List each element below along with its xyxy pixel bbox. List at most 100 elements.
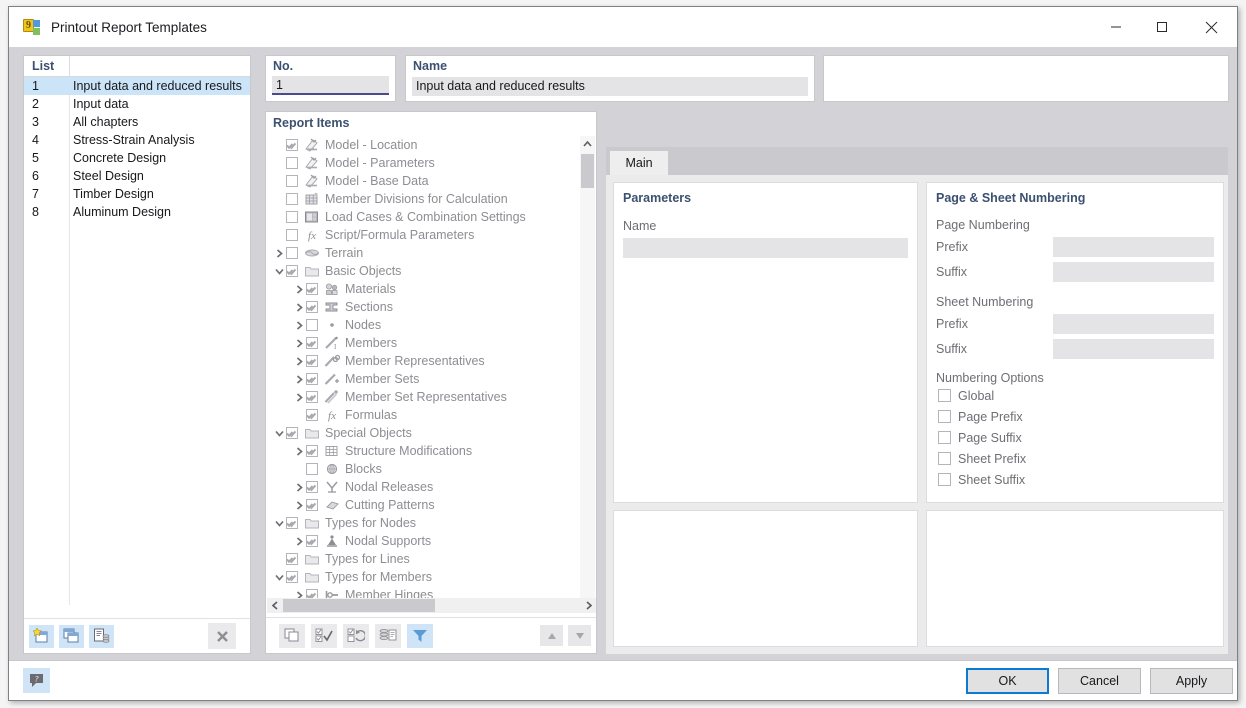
tree-item-checkbox[interactable] bbox=[286, 571, 298, 583]
invert-check-icon[interactable] bbox=[343, 624, 369, 648]
tree-item-checkbox[interactable] bbox=[306, 463, 318, 475]
tree-item[interactable]: Cutting Patterns bbox=[267, 496, 581, 514]
numbering-option-checkbox[interactable] bbox=[938, 452, 951, 465]
tree-item-checkbox[interactable] bbox=[286, 517, 298, 529]
tree-item[interactable]: Materials bbox=[267, 280, 581, 298]
tree-item[interactable]: Sections bbox=[267, 298, 581, 316]
parameters-name-input[interactable] bbox=[623, 238, 908, 258]
tree-item-checkbox[interactable] bbox=[306, 499, 318, 511]
tree-item-checkbox[interactable] bbox=[306, 373, 318, 385]
cancel-button[interactable]: Cancel bbox=[1058, 668, 1141, 694]
export-template-icon[interactable] bbox=[89, 625, 114, 648]
tree-item[interactable]: Structure Modifications bbox=[267, 442, 581, 460]
tree-item[interactable]: Types for Lines bbox=[267, 550, 581, 568]
tree-item-checkbox[interactable] bbox=[286, 175, 298, 187]
help-icon[interactable]: ? bbox=[23, 668, 50, 693]
tree-item[interactable]: Types for Nodes bbox=[267, 514, 581, 532]
tree-item[interactable]: Member Set Representatives bbox=[267, 388, 581, 406]
tree-item-checkbox[interactable] bbox=[286, 193, 298, 205]
tree-item[interactable]: Member Divisions for Calculation bbox=[267, 190, 581, 208]
tree-item-checkbox[interactable] bbox=[306, 283, 318, 295]
scroll-left-icon[interactable] bbox=[267, 598, 282, 613]
numbering-option-checkbox[interactable] bbox=[938, 473, 951, 486]
report-items-tree[interactable]: Model - LocationModel - ParametersModel … bbox=[267, 136, 581, 613]
close-icon[interactable] bbox=[1185, 7, 1237, 47]
list-item[interactable]: 7Timber Design bbox=[24, 185, 250, 203]
scrollbar-thumb[interactable] bbox=[581, 154, 594, 188]
page-prefix-input[interactable] bbox=[1053, 237, 1214, 257]
tree-item[interactable]: Types for Members bbox=[267, 568, 581, 586]
chevron-right-icon[interactable] bbox=[293, 442, 306, 460]
hscrollbar-thumb[interactable] bbox=[283, 599, 435, 612]
minimize-icon[interactable] bbox=[1093, 7, 1139, 47]
chevron-right-icon[interactable] bbox=[293, 316, 306, 334]
tree-item-checkbox[interactable] bbox=[306, 409, 318, 421]
numbering-option-checkbox[interactable] bbox=[938, 431, 951, 444]
numbering-option-row[interactable]: Page Prefix bbox=[927, 406, 1223, 427]
tree-item[interactable]: fxFormulas bbox=[267, 406, 581, 424]
sheet-prefix-input[interactable] bbox=[1053, 314, 1214, 334]
tree-item[interactable]: Member Representatives bbox=[267, 352, 581, 370]
tree-item[interactable]: Nodes bbox=[267, 316, 581, 334]
tab-main[interactable]: Main bbox=[610, 151, 668, 175]
tree-item[interactable]: IMembers bbox=[267, 334, 581, 352]
tree-item-checkbox[interactable] bbox=[286, 211, 298, 223]
numbering-option-row[interactable]: Global bbox=[927, 385, 1223, 406]
tree-item[interactable]: Model - Base Data bbox=[267, 172, 581, 190]
tree-item-checkbox[interactable] bbox=[306, 355, 318, 367]
chevron-right-icon[interactable] bbox=[293, 532, 306, 550]
ok-button[interactable]: OK bbox=[966, 668, 1049, 694]
list-item[interactable]: 2Input data bbox=[24, 95, 250, 113]
tree-vertical-scrollbar[interactable] bbox=[580, 136, 595, 613]
filter-icon[interactable] bbox=[407, 624, 433, 648]
new-template-icon[interactable] bbox=[29, 625, 54, 648]
chevron-right-icon[interactable] bbox=[293, 496, 306, 514]
list-icon[interactable] bbox=[375, 624, 401, 648]
list-item[interactable]: 8Aluminum Design bbox=[24, 203, 250, 221]
check-all-icon[interactable] bbox=[311, 624, 337, 648]
tree-item-checkbox[interactable] bbox=[306, 535, 318, 547]
tree-item-checkbox[interactable] bbox=[306, 301, 318, 313]
numbering-option-checkbox[interactable] bbox=[938, 389, 951, 402]
arrow-up-icon[interactable] bbox=[540, 625, 563, 646]
arrow-down-icon[interactable] bbox=[568, 625, 591, 646]
tree-item[interactable]: Nodal Supports bbox=[267, 532, 581, 550]
maximize-icon[interactable] bbox=[1139, 7, 1185, 47]
tree-item[interactable]: Terrain bbox=[267, 244, 581, 262]
number-input[interactable]: 1 bbox=[272, 76, 389, 95]
tree-horizontal-scrollbar[interactable] bbox=[267, 598, 596, 613]
chevron-right-icon[interactable] bbox=[293, 334, 306, 352]
chevron-right-icon[interactable] bbox=[293, 280, 306, 298]
tree-item[interactable]: Load Cases & Combination Settings bbox=[267, 208, 581, 226]
tree-item[interactable]: Special Objects bbox=[267, 424, 581, 442]
list-item[interactable]: 1Input data and reduced results bbox=[24, 77, 250, 95]
chevron-right-icon[interactable] bbox=[293, 298, 306, 316]
tree-item-checkbox[interactable] bbox=[286, 247, 298, 259]
chevron-down-icon[interactable] bbox=[273, 262, 286, 280]
tree-item-checkbox[interactable] bbox=[306, 481, 318, 493]
chevron-right-icon[interactable] bbox=[273, 244, 286, 262]
chevron-down-icon[interactable] bbox=[273, 514, 286, 532]
tree-item-checkbox[interactable] bbox=[306, 445, 318, 457]
tree-item[interactable]: fxScript/Formula Parameters bbox=[267, 226, 581, 244]
page-suffix-input[interactable] bbox=[1053, 262, 1214, 282]
template-list[interactable]: 1Input data and reduced results2Input da… bbox=[24, 77, 250, 221]
tree-item-checkbox[interactable] bbox=[286, 139, 298, 151]
name-input[interactable]: Input data and reduced results bbox=[412, 77, 808, 96]
tree-item[interactable]: Blocks bbox=[267, 460, 581, 478]
list-item[interactable]: 5Concrete Design bbox=[24, 149, 250, 167]
tree-item[interactable]: Nodal Releases bbox=[267, 478, 581, 496]
numbering-option-row[interactable]: Page Suffix bbox=[927, 427, 1223, 448]
tree-item-checkbox[interactable] bbox=[286, 265, 298, 277]
apply-button[interactable]: Apply bbox=[1150, 668, 1233, 694]
numbering-option-row[interactable]: Sheet Suffix bbox=[927, 469, 1223, 490]
tree-item-checkbox[interactable] bbox=[306, 337, 318, 349]
copy-template-icon[interactable] bbox=[59, 625, 84, 648]
list-item[interactable]: 4Stress-Strain Analysis bbox=[24, 131, 250, 149]
tree-item-checkbox[interactable] bbox=[286, 157, 298, 169]
chevron-down-icon[interactable] bbox=[273, 424, 286, 442]
chevron-right-icon[interactable] bbox=[293, 478, 306, 496]
tree-item-checkbox[interactable] bbox=[306, 319, 318, 331]
tree-item-checkbox[interactable] bbox=[286, 427, 298, 439]
tree-item-checkbox[interactable] bbox=[306, 391, 318, 403]
